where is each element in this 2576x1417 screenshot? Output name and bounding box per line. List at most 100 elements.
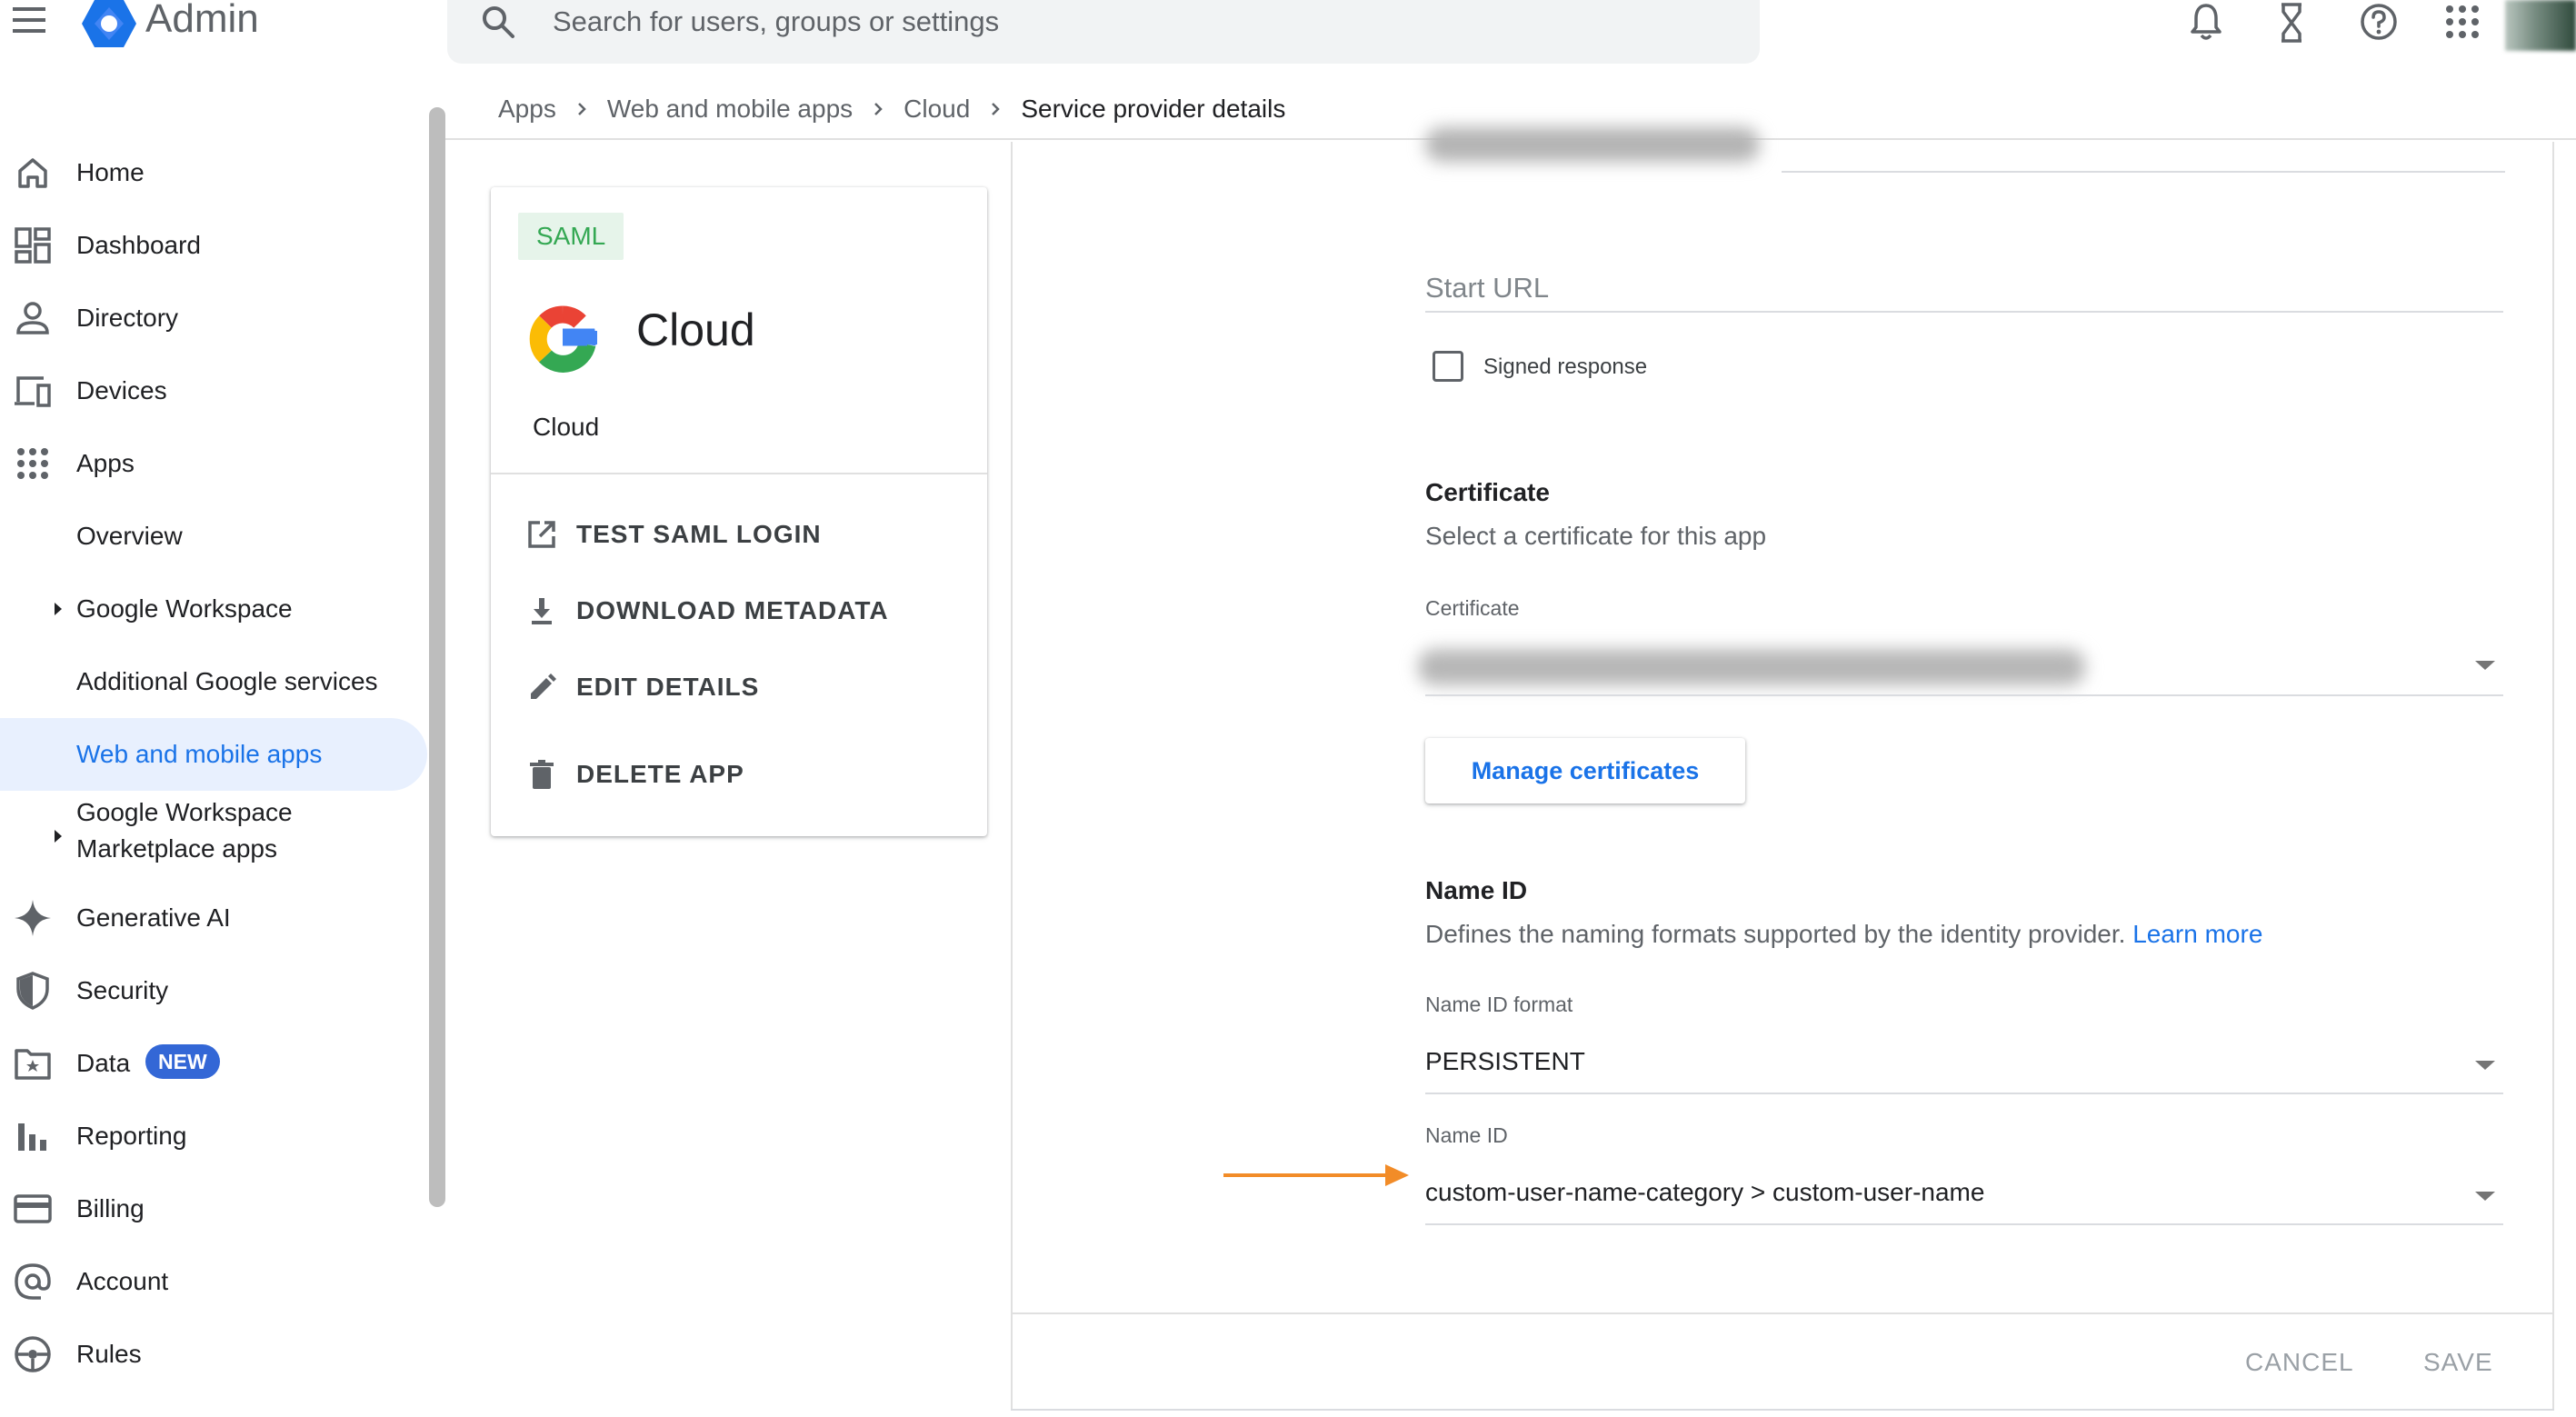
sidebar-item-billing[interactable]: Billing — [0, 1173, 427, 1245]
start-url-input[interactable] — [1425, 265, 2503, 313]
download-icon — [524, 593, 560, 629]
home-icon — [13, 153, 53, 193]
divider — [491, 473, 987, 474]
dashboard-icon — [13, 225, 53, 265]
caret-right-icon[interactable] — [51, 600, 65, 618]
name-id-format-select[interactable]: PERSISTENT — [1425, 1047, 1585, 1076]
sidebar-item-label: Web and mobile apps — [76, 740, 323, 768]
sidebar-item-security[interactable]: Security — [0, 954, 427, 1027]
action-label: DOWNLOAD METADATA — [576, 596, 889, 624]
menu-icon[interactable] — [7, 2, 55, 44]
at-sign-icon — [13, 1262, 53, 1302]
sidebar-item-label: Google Workspace — [76, 594, 293, 623]
sidebar-scrollbar[interactable] — [429, 107, 445, 1207]
save-button[interactable]: SAVE — [2418, 1340, 2499, 1385]
breadcrumb-web-and-mobile-apps[interactable]: Web and mobile apps — [607, 95, 853, 124]
chevron-right-icon — [979, 95, 1012, 123]
sidebar-item-label: Apps — [76, 449, 135, 477]
panel-bottom-border — [1011, 1409, 2554, 1411]
sidebar-item-label: Overview — [76, 522, 183, 550]
sidebar-item-overview[interactable]: Overview — [0, 500, 427, 573]
delete-app-button[interactable]: DELETE APP — [524, 747, 744, 802]
edit-details-button[interactable]: EDIT DETAILS — [524, 660, 759, 714]
download-metadata-button[interactable]: DOWNLOAD METADATA — [524, 584, 889, 638]
devices-icon — [13, 371, 53, 411]
service-provider-details-panel — [1011, 142, 2554, 1410]
sidebar-item-reporting[interactable]: Reporting — [0, 1100, 427, 1173]
footer-divider — [1011, 1312, 2554, 1314]
action-label: DELETE APP — [576, 760, 744, 788]
shield-icon — [13, 971, 53, 1011]
person-icon — [13, 298, 53, 338]
name-id-section-description: Defines the naming formats supported by … — [1425, 920, 2262, 949]
certificate-select[interactable] — [1418, 649, 2085, 685]
search-input[interactable] — [553, 4, 1734, 40]
sidebar-item-marketplace-apps[interactable]: Google Workspace Marketplace apps — [0, 793, 427, 880]
saml-badge: SAML — [518, 213, 624, 260]
sidebar-item-label: Security — [76, 976, 169, 1004]
field-underline — [1425, 1223, 2503, 1225]
sparkle-icon — [13, 898, 53, 938]
redacted-field-value — [1425, 127, 1760, 162]
search-icon[interactable] — [476, 2, 520, 44]
pencil-icon — [524, 669, 560, 705]
signed-response-label: Signed response — [1483, 354, 1648, 379]
sidebar-item-label: Devices — [76, 376, 167, 404]
sidebar-item-label: Google Workspace — [76, 798, 293, 826]
test-saml-login-button[interactable]: TEST SAML LOGIN — [524, 507, 822, 562]
learn-more-link[interactable]: Learn more — [2132, 920, 2262, 948]
sidebar-item-dashboard[interactable]: Dashboard — [0, 209, 427, 282]
app-name: Cloud — [636, 304, 755, 355]
breadcrumb: Apps Web and mobile apps Cloud Service p… — [498, 89, 1285, 129]
sidebar-item-google-workspace[interactable]: Google Workspace — [0, 573, 427, 645]
chevron-right-icon — [862, 95, 894, 123]
breadcrumb-apps[interactable]: Apps — [498, 95, 556, 124]
sidebar-item-label: Dashboard — [76, 231, 201, 259]
field-underline — [1782, 171, 2505, 173]
apps-icon — [13, 444, 53, 484]
sidebar-item-additional-google-services[interactable]: Additional Google services — [0, 645, 427, 718]
sidebar-item-label: Reporting — [76, 1122, 187, 1150]
trash-icon — [524, 756, 560, 793]
sidebar-item-label: Account — [76, 1267, 169, 1295]
help-icon[interactable] — [2356, 0, 2401, 45]
apps-grid-icon[interactable] — [2440, 0, 2485, 45]
manage-certificates-button[interactable]: Manage certificates — [1425, 738, 1745, 803]
cancel-button[interactable]: CANCEL — [2240, 1340, 2360, 1385]
action-label: EDIT DETAILS — [576, 673, 760, 701]
sidebar-item-apps[interactable]: Apps — [0, 427, 427, 500]
sidebar-item-label: Rules — [76, 1340, 142, 1368]
sidebar-item-directory[interactable]: Directory — [0, 282, 427, 354]
app-title[interactable]: Admin — [145, 0, 259, 42]
sidebar-item-label-line2: Marketplace apps — [76, 834, 278, 863]
sidebar-item-label: Home — [76, 158, 145, 186]
action-label: TEST SAML LOGIN — [576, 520, 822, 548]
dropdown-arrow-icon[interactable] — [2472, 658, 2498, 673]
dropdown-arrow-icon[interactable] — [2472, 1058, 2498, 1073]
sidebar-item-data[interactable]: Data NEW — [0, 1027, 427, 1100]
certificate-section-description: Select a certificate for this app — [1425, 522, 1767, 550]
breadcrumb-cloud[interactable]: Cloud — [904, 95, 970, 124]
new-badge: NEW — [145, 1044, 220, 1079]
google-g-logo-icon — [518, 294, 607, 384]
admin-logo-icon[interactable] — [80, 0, 138, 49]
sidebar-item-account[interactable]: Account — [0, 1245, 427, 1318]
sidebar-item-generative-ai[interactable]: Generative AI — [0, 882, 427, 954]
bell-icon[interactable] — [2183, 0, 2229, 45]
avatar[interactable] — [2505, 0, 2576, 51]
dropdown-arrow-icon[interactable] — [2472, 1189, 2498, 1203]
sidebar-item-home[interactable]: Home — [0, 136, 427, 209]
field-underline — [1425, 1093, 2503, 1094]
sidebar-item-web-and-mobile-apps[interactable]: Web and mobile apps — [0, 718, 427, 791]
sidebar-item-rules[interactable]: Rules — [0, 1318, 427, 1391]
name-id-select[interactable]: custom-user-name-category > custom-user-… — [1425, 1178, 1984, 1207]
signed-response-checkbox[interactable] — [1433, 351, 1463, 382]
data-folder-icon — [13, 1043, 53, 1083]
bar-chart-icon — [13, 1116, 53, 1156]
name-id-section-title: Name ID — [1425, 876, 1528, 904]
sidebar-item-label: Data — [76, 1049, 131, 1077]
hourglass-icon[interactable] — [2269, 0, 2314, 45]
sidebar-item-devices[interactable]: Devices — [0, 354, 427, 427]
sidebar: Home Dashboard Directory Devices Apps Ov… — [0, 136, 436, 1417]
caret-right-icon[interactable] — [51, 827, 65, 845]
